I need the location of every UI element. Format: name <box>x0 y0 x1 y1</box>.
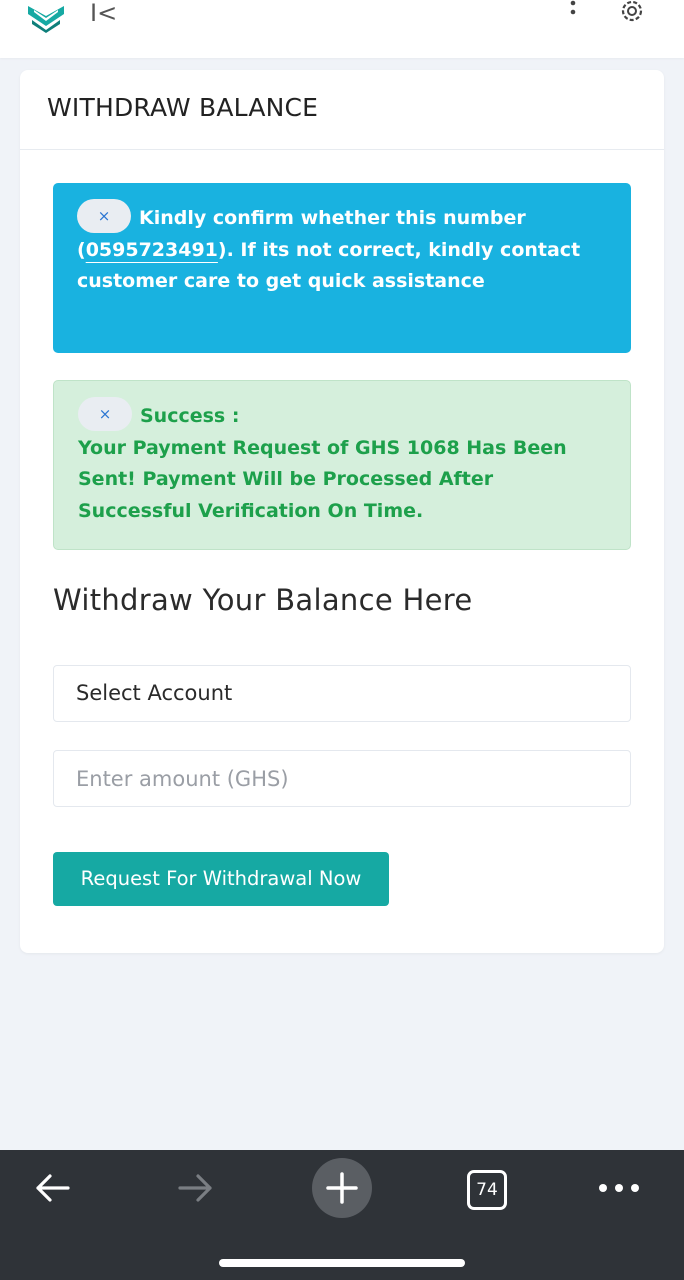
info-alert: × Kindly confirm whether this number (059… <box>53 183 631 353</box>
plus-icon[interactable] <box>312 1158 372 1218</box>
success-alert-message: Your Payment Request of GHS 1068 Has Bee… <box>78 436 567 522</box>
top-app-bar: I< <box>0 0 684 58</box>
brand-logo-icon[interactable] <box>24 0 68 34</box>
browser-toolbar: 74 <box>0 1150 684 1280</box>
request-withdrawal-button[interactable]: Request For Withdrawal Now <box>53 852 389 906</box>
forward-arrow-icon[interactable] <box>174 1170 218 1206</box>
home-indicator <box>219 1259 465 1267</box>
success-alert-close-button[interactable]: × <box>78 396 132 431</box>
phone-number: 0595723491 <box>85 238 218 261</box>
more-dots-icon[interactable] <box>598 1180 640 1194</box>
page-title: WITHDRAW BALANCE <box>47 93 319 122</box>
kebab-menu-icon[interactable] <box>562 0 584 22</box>
amount-input[interactable] <box>53 750 631 807</box>
select-account-dropdown[interactable]: Select Account <box>53 665 631 722</box>
card-header: WITHDRAW BALANCE <box>20 70 664 150</box>
form-section-title: Withdraw Your Balance Here <box>53 583 473 617</box>
gear-icon[interactable] <box>616 0 648 26</box>
collapse-sidebar-button[interactable]: I< <box>90 0 117 28</box>
tabs-count-button[interactable]: 74 <box>467 1170 507 1210</box>
info-alert-close-button[interactable]: × <box>77 198 131 233</box>
success-alert-heading: Success : <box>140 405 240 427</box>
success-alert: × Success : Your Payment Request of GHS 1… <box>53 380 631 550</box>
withdraw-card: WITHDRAW BALANCE × Kindly confirm whether… <box>20 70 664 953</box>
back-arrow-icon[interactable] <box>30 1170 74 1206</box>
